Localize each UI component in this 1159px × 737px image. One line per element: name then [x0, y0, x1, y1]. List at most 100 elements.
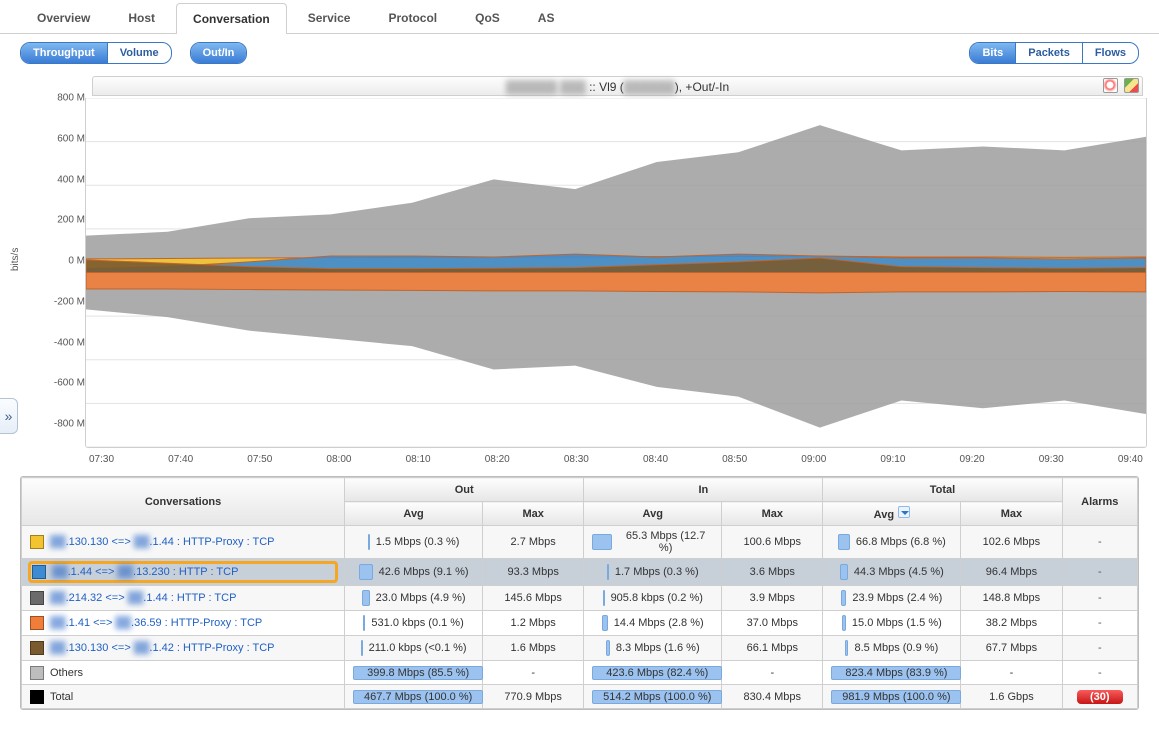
- total-max: 96.4 Mbps: [961, 559, 1062, 586]
- in-max: 3.6 Mbps: [722, 559, 823, 586]
- pill-bits[interactable]: Bits: [970, 43, 1015, 63]
- alarm-cell: -: [1062, 586, 1137, 611]
- out-avg: 42.6 Mbps (9.1 %): [345, 559, 483, 586]
- th-in[interactable]: In: [584, 478, 823, 502]
- top-tabs: Overview Host Conversation Service Proto…: [0, 0, 1159, 34]
- out-avg: 531.0 kbps (0.1 %): [345, 611, 483, 636]
- th-out-avg[interactable]: Avg: [345, 502, 483, 526]
- x-tick: 08:00: [326, 454, 351, 465]
- y-tick: 600 M: [57, 133, 85, 144]
- color-picker-icon[interactable]: [1124, 78, 1139, 93]
- x-axis-ticks: 07:3007:4007:5008:0008:1008:2008:3008:40…: [85, 448, 1147, 465]
- alarm-cell: -: [1062, 611, 1137, 636]
- in-avg: 1.7 Mbps (0.3 %): [584, 559, 722, 586]
- out-max: 1.6 Mbps: [483, 636, 584, 661]
- color-swatch-icon: [30, 666, 44, 680]
- alarm-cell: -: [1062, 559, 1137, 586]
- out-max: 1.2 Mbps: [483, 611, 584, 636]
- metric-mode-group: Throughput Volume: [20, 42, 172, 64]
- color-swatch-icon: [30, 690, 44, 704]
- total-avg: 15.0 Mbps (1.5 %): [823, 611, 961, 636]
- x-tick: 07:50: [247, 454, 272, 465]
- th-total-max[interactable]: Max: [961, 502, 1062, 526]
- pill-volume[interactable]: Volume: [107, 43, 171, 63]
- conversation-label[interactable]: ██.130.130 <=> ██.1.44 : HTTP-Proxy : TC…: [30, 535, 336, 549]
- color-swatch-icon: [30, 641, 44, 655]
- total-max: 148.8 Mbps: [961, 586, 1062, 611]
- in-max: 37.0 Mbps: [722, 611, 823, 636]
- x-tick: 09:10: [880, 454, 905, 465]
- th-in-max[interactable]: Max: [722, 502, 823, 526]
- conversation-label[interactable]: ██.1.41 <=> ██.36.59 : HTTP-Proxy : TCP: [30, 616, 336, 630]
- alarm-badge[interactable]: (30): [1077, 690, 1123, 704]
- total-max: 102.6 Mbps: [961, 526, 1062, 559]
- chart-tool-icons: [1103, 78, 1139, 93]
- total-max: 67.7 Mbps: [961, 636, 1062, 661]
- in-max: 100.6 Mbps: [722, 526, 823, 559]
- table-row-total[interactable]: Total467.7 Mbps (100.0 %)770.9 Mbps514.2…: [22, 685, 1138, 709]
- pill-packets[interactable]: Packets: [1015, 43, 1082, 63]
- x-tick: 09:40: [1118, 454, 1143, 465]
- table-row[interactable]: ██.214.32 <=> ██.1.44 : HTTP : TCP 23.0 M…: [22, 586, 1138, 611]
- in-max: 66.1 Mbps: [722, 636, 823, 661]
- out-max: 2.7 Mbps: [483, 526, 584, 559]
- in-max: 3.9 Mbps: [722, 586, 823, 611]
- out-avg: 23.0 Mbps (4.9 %): [345, 586, 483, 611]
- chart-area: ██████ ███ :: Vl9 (██████), +Out/-In bit…: [0, 72, 1159, 464]
- tab-service[interactable]: Service: [291, 2, 368, 33]
- in-avg: 14.4 Mbps (2.8 %): [584, 611, 722, 636]
- x-tick: 08:10: [406, 454, 431, 465]
- tab-as[interactable]: AS: [521, 2, 572, 33]
- direction-group: Out/In: [190, 42, 248, 64]
- th-total[interactable]: Total: [823, 478, 1062, 502]
- sort-desc-icon[interactable]: [898, 506, 910, 518]
- chart-title: ██████ ███ :: Vl9 (██████), +Out/-In: [92, 76, 1143, 96]
- pill-throughput[interactable]: Throughput: [21, 43, 107, 63]
- total-avg: 66.8 Mbps (6.8 %): [823, 526, 961, 559]
- in-avg: 8.3 Mbps (1.6 %): [584, 636, 722, 661]
- alarm-cell: -: [1062, 636, 1137, 661]
- tab-protocol[interactable]: Protocol: [371, 2, 454, 33]
- th-alarms[interactable]: Alarms: [1062, 478, 1137, 526]
- pill-outin[interactable]: Out/In: [191, 43, 247, 63]
- y-tick: -600 M: [54, 378, 85, 389]
- y-tick: -400 M: [54, 337, 85, 348]
- th-total-avg[interactable]: Avg: [823, 502, 961, 526]
- table-row[interactable]: ██.130.130 <=> ██.1.42 : HTTP-Proxy : TC…: [22, 636, 1138, 661]
- x-tick: 07:30: [89, 454, 114, 465]
- th-out-max[interactable]: Max: [483, 502, 584, 526]
- y-tick: 200 M: [57, 215, 85, 226]
- out-avg: 1.5 Mbps (0.3 %): [345, 526, 483, 559]
- total-max: 38.2 Mbps: [961, 611, 1062, 636]
- tab-overview[interactable]: Overview: [20, 2, 107, 33]
- unit-group: Bits Packets Flows: [969, 42, 1139, 64]
- total-avg: 8.5 Mbps (0.9 %): [823, 636, 961, 661]
- y-tick: 400 M: [57, 174, 85, 185]
- tab-conversation[interactable]: Conversation: [176, 3, 287, 34]
- chart-plot[interactable]: [85, 98, 1147, 448]
- conversation-label[interactable]: ██.214.32 <=> ██.1.44 : HTTP : TCP: [30, 591, 336, 605]
- zoom-icon[interactable]: [1103, 78, 1118, 93]
- expand-handle-icon[interactable]: »: [0, 398, 18, 434]
- color-swatch-icon: [30, 591, 44, 605]
- conversation-label[interactable]: ██.1.44 <=> ██.13.230 : HTTP : TCP: [30, 563, 336, 581]
- table-row[interactable]: ██.1.44 <=> ██.13.230 : HTTP : TCP 42.6 M…: [22, 559, 1138, 586]
- table-row-others[interactable]: Others399.8 Mbps (85.5 %)-423.6 Mbps (82…: [22, 661, 1138, 685]
- tab-host[interactable]: Host: [111, 2, 172, 33]
- out-max: 145.6 Mbps: [483, 586, 584, 611]
- x-tick: 08:30: [564, 454, 589, 465]
- in-avg: 65.3 Mbps (12.7 %): [584, 526, 722, 559]
- conversation-label[interactable]: ██.130.130 <=> ██.1.42 : HTTP-Proxy : TC…: [30, 641, 336, 655]
- tab-qos[interactable]: QoS: [458, 2, 517, 33]
- table-row[interactable]: ██.130.130 <=> ██.1.44 : HTTP-Proxy : TC…: [22, 526, 1138, 559]
- th-conversations[interactable]: Conversations: [22, 478, 345, 526]
- x-tick: 09:20: [960, 454, 985, 465]
- table-row[interactable]: ██.1.41 <=> ██.36.59 : HTTP-Proxy : TCP 5…: [22, 611, 1138, 636]
- toolbar: Throughput Volume Out/In Bits Packets Fl…: [0, 34, 1159, 72]
- pill-flows[interactable]: Flows: [1082, 43, 1138, 63]
- th-out[interactable]: Out: [345, 478, 584, 502]
- th-in-avg[interactable]: Avg: [584, 502, 722, 526]
- y-tick: -200 M: [54, 296, 85, 307]
- y-tick: -800 M: [54, 419, 85, 430]
- out-avg: 211.0 kbps (<0.1 %): [345, 636, 483, 661]
